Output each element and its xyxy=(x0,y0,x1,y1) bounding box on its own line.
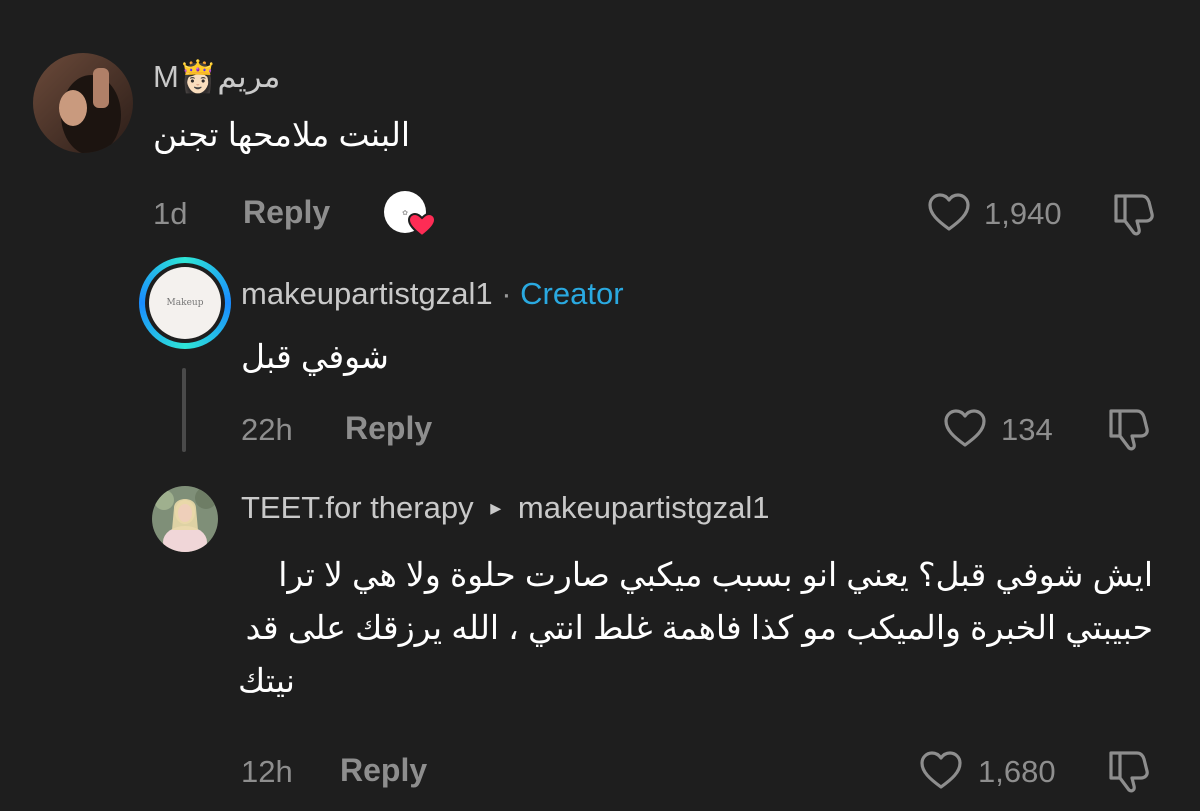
avatar-photo xyxy=(33,53,133,153)
heart-outline-icon xyxy=(944,409,986,447)
comment-3: TEET.for therapy ▸ makeupartistgzal1 ايش… xyxy=(0,470,1200,811)
avatar-logo-text: Makeup xyxy=(166,298,204,308)
creator-liked-heart-icon: ✿ xyxy=(383,190,437,238)
dislike-button[interactable] xyxy=(1107,747,1153,793)
comment-age: 22h xyxy=(241,412,293,447)
thumbs-down-icon xyxy=(1109,751,1149,793)
comment-text: البنت ملامحها تجنن xyxy=(153,116,411,153)
avatar-logo: Makeup xyxy=(149,267,221,339)
like-button[interactable] xyxy=(918,749,964,791)
reply-button[interactable]: Reply xyxy=(243,194,330,231)
avatar[interactable] xyxy=(152,486,218,552)
heart-outline-icon xyxy=(928,193,970,231)
comment-1: M👸🏻مريم البنت ملامحها تجنن 1d Reply ✿ 1,… xyxy=(0,0,1200,250)
creator-badge: Creator xyxy=(520,276,624,311)
avatar-photo xyxy=(152,486,218,552)
like-count: 134 xyxy=(1001,412,1053,447)
reply-button[interactable]: Reply xyxy=(345,410,432,447)
comment-text-line: نيتك xyxy=(238,662,295,699)
comment-age: 12h xyxy=(241,754,293,789)
comment-author[interactable]: TEET.for therapy xyxy=(241,490,474,525)
heart-outline-icon xyxy=(920,751,962,789)
thumbs-down-icon xyxy=(1109,409,1149,451)
comment-text-line: ايش شوفي قبل؟ يعني انو بسبب ميكبي صارت ح… xyxy=(278,556,1153,593)
comment-text: شوفي قبل xyxy=(241,338,389,375)
like-button[interactable] xyxy=(942,407,988,449)
reply-button[interactable]: Reply xyxy=(340,752,427,789)
comment-text: ايش شوفي قبل؟ يعني انو بسبب ميكبي صارت ح… xyxy=(238,548,1153,707)
dislike-button[interactable] xyxy=(1112,190,1158,236)
like-button[interactable] xyxy=(926,191,972,233)
comment-author[interactable]: M👸🏻مريم xyxy=(153,58,280,95)
comment-age: 1d xyxy=(153,196,188,231)
like-count: 1,680 xyxy=(978,754,1056,789)
reply-to-user[interactable]: makeupartistgzal1 xyxy=(518,490,770,525)
separator: · xyxy=(501,276,512,311)
avatar[interactable] xyxy=(33,53,133,153)
comment-author-line: makeupartistgzal1 · Creator xyxy=(241,276,624,312)
reply-to-arrow-icon: ▸ xyxy=(490,495,502,520)
thumbs-down-icon xyxy=(1114,194,1154,236)
avatar-inner: Makeup xyxy=(145,263,225,343)
svg-text:✿: ✿ xyxy=(402,209,408,217)
comment-author-line: TEET.for therapy ▸ makeupartistgzal1 xyxy=(241,490,769,526)
like-count: 1,940 xyxy=(984,196,1062,231)
comment-2: Makeup makeupartistgzal1 · Creator شوفي … xyxy=(0,250,1200,470)
dislike-button[interactable] xyxy=(1107,405,1153,451)
creator-avatar[interactable]: Makeup xyxy=(139,257,231,349)
comment-text-line: حبيبتي الخبرة والميكب مو كذا فاهمة غلط ا… xyxy=(245,609,1153,646)
comment-author[interactable]: makeupartistgzal1 xyxy=(241,276,493,311)
